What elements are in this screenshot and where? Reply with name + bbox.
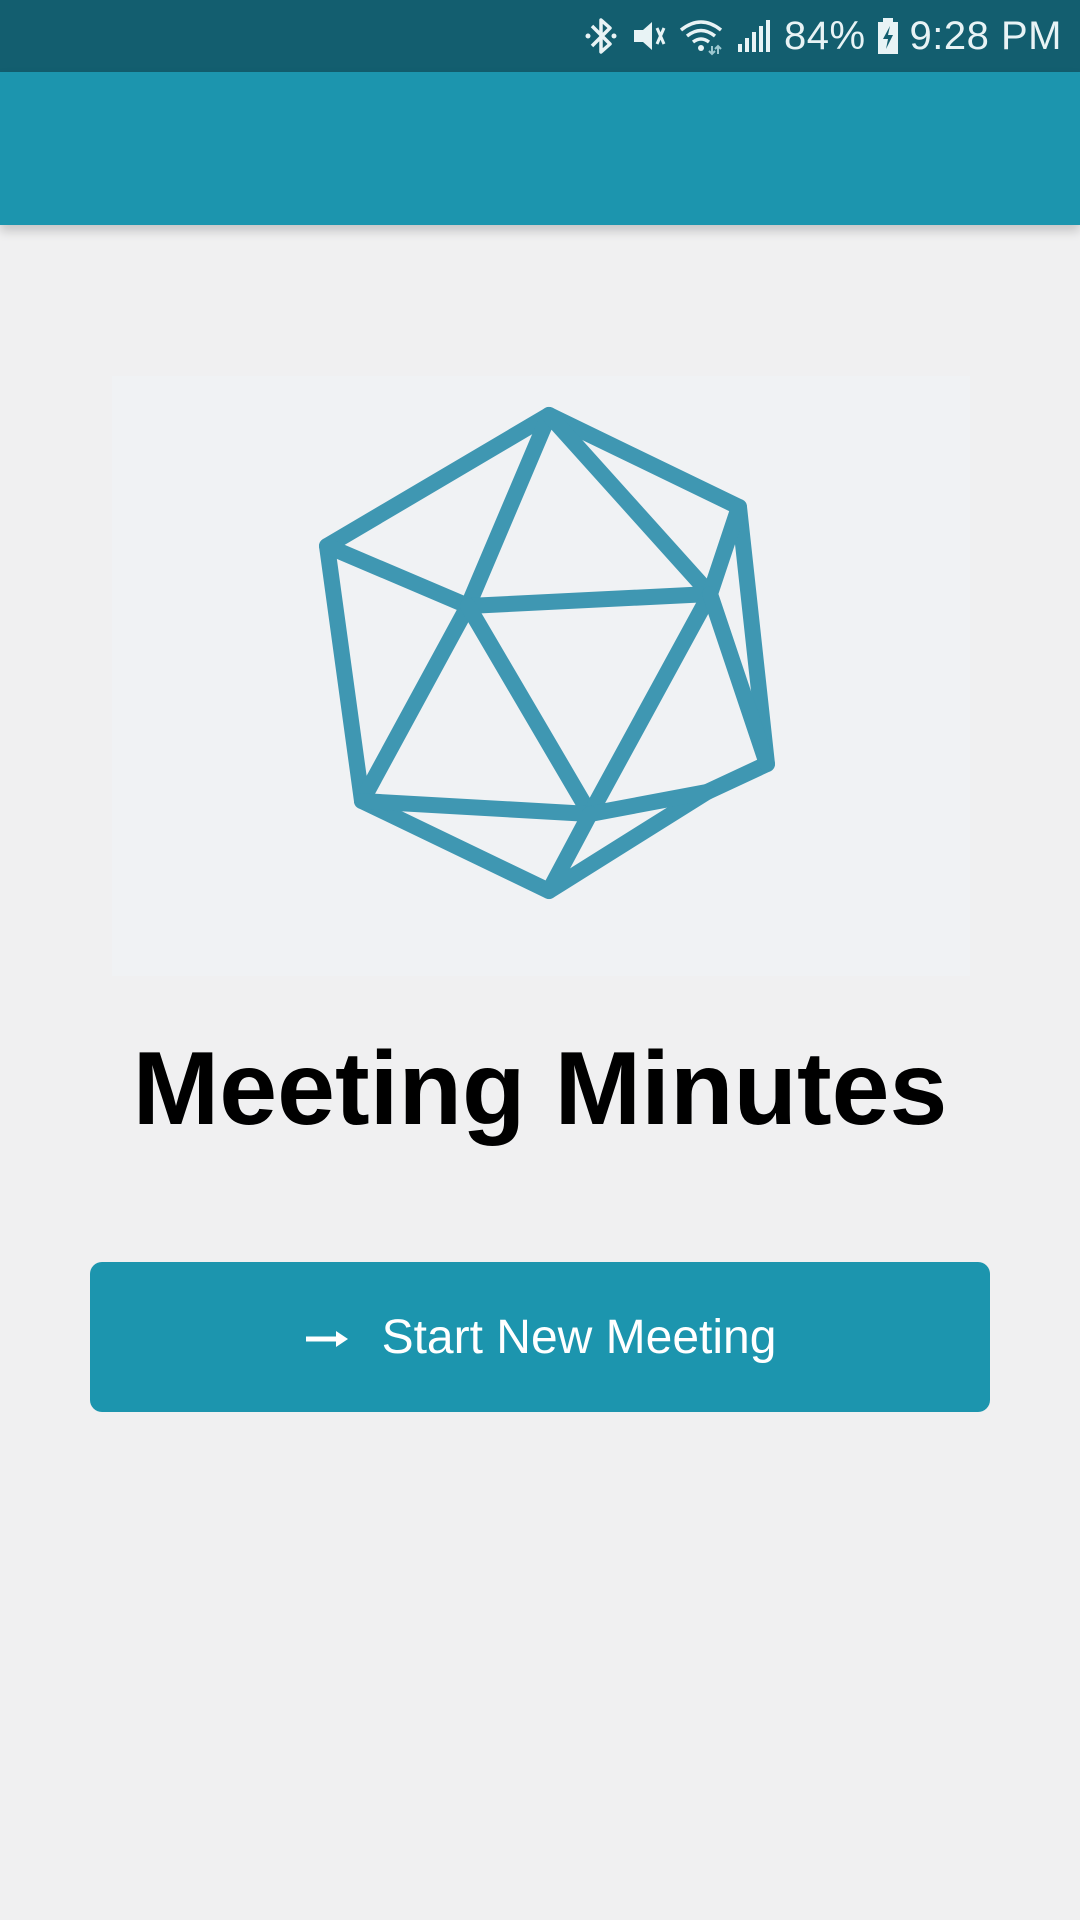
page-title: Meeting Minutes <box>132 1031 948 1147</box>
signal-icon <box>734 16 774 56</box>
wifi-icon <box>678 16 724 56</box>
vibrate-mute-icon <box>628 16 668 56</box>
start-new-meeting-label: Start New Meeting <box>381 1310 777 1364</box>
logo-card <box>112 376 970 976</box>
icosahedron-logo-icon <box>319 407 775 899</box>
battery-percentage: 84% <box>783 13 866 58</box>
bluetooth-icon <box>584 16 618 56</box>
battery-charging-icon <box>876 16 900 56</box>
clock: 9:28 PM <box>909 13 1062 58</box>
app-bar <box>0 72 1080 225</box>
start-new-meeting-button[interactable]: Start New Meeting <box>90 1262 990 1412</box>
status-icons: 84% 9:28 PM <box>584 0 1062 72</box>
arrow-right-icon <box>304 1313 350 1361</box>
status-bar: 84% 9:28 PM <box>0 0 1080 72</box>
